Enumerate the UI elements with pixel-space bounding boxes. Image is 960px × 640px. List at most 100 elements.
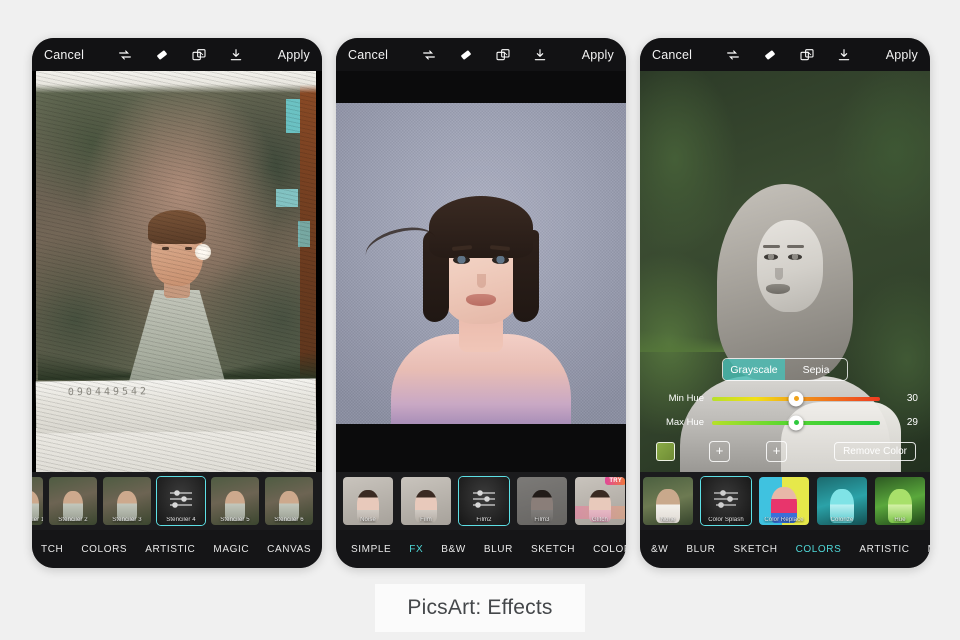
effect-thumbnail-strip[interactable]: Noise Film Film2 Film3 TRY Glitch — [336, 472, 626, 530]
thumbnail-item[interactable]: Stenciler 1 — [32, 476, 44, 526]
thumbnail-label: Hue — [894, 517, 906, 523]
layers-icon[interactable] — [495, 47, 511, 63]
effect-thumbnail-strip[interactable]: None Color Splash Color Replace Colorize… — [640, 472, 930, 530]
thumbnail-label: Glitch — [592, 517, 608, 523]
mode-segmented-control[interactable]: Grayscale Sepia — [722, 358, 848, 381]
nav-tab-colors[interactable]: COLORS — [787, 544, 851, 555]
nav-tab-simple[interactable]: SIMPLE — [342, 544, 400, 555]
thumbnail-item-selected[interactable]: Color Splash — [700, 476, 752, 526]
nose — [477, 274, 486, 288]
face — [757, 220, 823, 312]
try-badge: TRY — [605, 477, 625, 485]
nav-tab-colors[interactable]: COLORS — [584, 544, 626, 555]
thumbnail-item[interactable]: Hue — [874, 476, 926, 526]
edit-canvas[interactable] — [32, 71, 322, 472]
nav-tab-colors[interactable]: COLORS — [72, 544, 136, 555]
category-nav-bar[interactable]: SIMPLE FX B&W BLUR SKETCH COLORS AR — [336, 530, 626, 568]
category-nav-bar[interactable]: TCH COLORS ARTISTIC MAGIC CANVAS PAPER — [32, 530, 322, 568]
max-hue-value: 29 — [906, 417, 918, 428]
edit-canvas[interactable]: Grayscale Sepia Min Hue 30 Max Hue 29 + … — [640, 71, 930, 472]
thumbnail-label: Stenciler 6 — [274, 517, 304, 523]
redo-icon[interactable] — [117, 47, 133, 63]
cancel-button[interactable]: Cancel — [44, 48, 84, 62]
thumbnail-item[interactable]: Stenciler 2 — [48, 476, 98, 526]
cancel-button[interactable]: Cancel — [348, 48, 388, 62]
nav-tab-magic[interactable]: MAGIC — [919, 544, 930, 555]
add-color-button-1[interactable]: + — [709, 441, 730, 462]
thumbnail-item[interactable]: Noise — [342, 476, 394, 526]
nav-tab-sketch[interactable]: SKETCH — [522, 544, 584, 555]
download-icon[interactable] — [228, 47, 244, 63]
thumbnail-label: Stenciler 2 — [58, 517, 88, 523]
nav-tab-magic[interactable]: MAGIC — [204, 544, 258, 555]
layers-icon[interactable] — [799, 47, 815, 63]
apply-button[interactable]: Apply — [886, 48, 918, 62]
paper-grain-overlay — [32, 71, 322, 472]
eye-left — [764, 254, 778, 260]
thumbnail-item[interactable]: None — [642, 476, 694, 526]
thumbnail-item[interactable]: Colorize — [816, 476, 868, 526]
thumbnail-label: Stenciler 3 — [112, 517, 142, 523]
nav-tab-sketch[interactable]: SKETCH — [724, 544, 786, 555]
letterbox-top — [336, 71, 626, 103]
eye-right — [788, 254, 802, 260]
editor-toolbar: Cancel Apply — [336, 38, 626, 71]
eraser-icon[interactable] — [762, 47, 778, 63]
layers-icon[interactable] — [191, 47, 207, 63]
nav-tab-artistic[interactable]: ARTISTIC — [136, 544, 204, 555]
segment-sepia[interactable]: Sepia — [785, 359, 847, 380]
sliders-glyph-icon — [714, 490, 738, 508]
nav-tab-artistic[interactable]: ARTISTIC — [850, 544, 918, 555]
add-color-button-2[interactable]: + — [766, 441, 787, 462]
thumbnail-item[interactable]: Film3 — [516, 476, 568, 526]
max-hue-knob[interactable] — [788, 415, 804, 430]
min-hue-knob[interactable] — [788, 391, 804, 406]
download-icon[interactable] — [532, 47, 548, 63]
eraser-icon[interactable] — [458, 47, 474, 63]
nav-tab-paper[interactable]: PAPER — [320, 544, 322, 555]
nav-tab-bw[interactable]: B&W — [432, 544, 475, 555]
color-splash-control-panel: Grayscale Sepia Min Hue 30 Max Hue 29 + … — [652, 348, 918, 462]
redo-icon[interactable] — [421, 47, 437, 63]
segment-grayscale[interactable]: Grayscale — [723, 359, 785, 380]
category-nav-bar[interactable]: &W BLUR SKETCH COLORS ARTISTIC MAGIC — [640, 530, 930, 568]
nav-tab-bw[interactable]: &W — [642, 544, 677, 555]
eraser-icon[interactable] — [154, 47, 170, 63]
redo-icon[interactable] — [725, 47, 741, 63]
nav-tab-sketch[interactable]: TCH — [32, 544, 72, 555]
thumbnail-label: Colorize — [830, 517, 854, 523]
eyebrow-left — [763, 245, 780, 248]
color-swatch[interactable] — [656, 442, 675, 461]
cancel-button[interactable]: Cancel — [652, 48, 692, 62]
thumbnail-item[interactable]: Film — [400, 476, 452, 526]
edit-canvas[interactable] — [336, 71, 626, 472]
nav-tab-blur[interactable]: BLUR — [475, 544, 522, 555]
max-hue-slider[interactable] — [712, 415, 880, 430]
app-caption: PicsArt: Effects — [375, 584, 585, 632]
thumbnail-item[interactable]: Stenciler 6 — [264, 476, 314, 526]
lips — [466, 294, 496, 306]
thumbnail-label: Film — [420, 517, 432, 523]
thumbnail-item[interactable]: Stenciler 5 — [210, 476, 260, 526]
screenshot-stage: Cancel Apply 090449542 ler Stenciler 2 S… — [0, 0, 960, 640]
nav-tab-fx[interactable]: FX — [400, 544, 432, 555]
thumbnail-item-selected[interactable]: Film2 — [458, 476, 510, 526]
nav-tab-blur[interactable]: BLUR — [677, 544, 724, 555]
thumbnail-item[interactable]: Stenciler 3 — [102, 476, 152, 526]
thumbnail-item[interactable]: Color Replace — [758, 476, 810, 526]
eye-left — [453, 256, 470, 264]
editor-toolbar: Cancel Apply — [640, 38, 930, 71]
effect-thumbnail-strip[interactable]: Stenciler 1 Stenciler 2 Stenciler 3 — [32, 472, 322, 530]
letterbox-bottom — [336, 424, 626, 472]
thumbnail-item[interactable]: TRY Glitch — [574, 476, 626, 526]
apply-button[interactable]: Apply — [278, 48, 310, 62]
remove-color-button[interactable]: Remove Color — [834, 442, 916, 461]
min-hue-label: Min Hue — [668, 393, 704, 404]
thumbnail-label: Stenciler 5 — [220, 517, 250, 523]
max-hue-label: Max Hue — [665, 417, 704, 428]
thumbnail-item-selected[interactable]: Stenciler 4 — [156, 476, 206, 526]
min-hue-slider[interactable] — [712, 391, 880, 406]
download-icon[interactable] — [836, 47, 852, 63]
apply-button[interactable]: Apply — [582, 48, 614, 62]
nav-tab-canvas[interactable]: CANVAS — [258, 544, 320, 555]
